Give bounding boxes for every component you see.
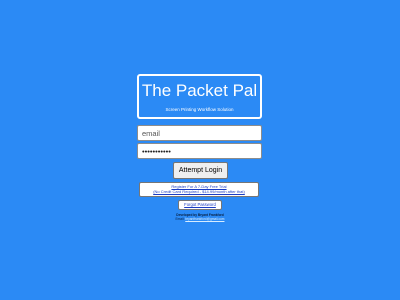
logo-box: The Packet Pal Screen Printing Workflow … [137, 74, 262, 119]
register-pricing-note[interactable]: (No Credit Card Required - $14.99/month … [140, 189, 258, 194]
forgot-password-link[interactable]: Forgot Password [179, 201, 221, 209]
email-label: Email: [175, 217, 185, 221]
forgot-password-button[interactable]: Forgot Password [178, 200, 222, 210]
email-input[interactable] [137, 125, 262, 141]
app-subtitle: Screen Printing Workflow Solution [165, 107, 234, 112]
app-title: The Packet Pal [141, 81, 258, 100]
developer-credits: Developed by Bryant Frankford Email: bry… [160, 213, 240, 221]
contact-email-link[interactable]: bryantfrankford@gmail.com [185, 217, 224, 221]
attempt-login-button[interactable]: Attempt Login [173, 162, 228, 179]
contact-email-line: Email: bryantfrankford@gmail.com [160, 217, 240, 221]
register-trial-button[interactable]: Register For A 7-Day Free Trial (No Cred… [139, 182, 259, 197]
password-input[interactable] [137, 143, 262, 159]
